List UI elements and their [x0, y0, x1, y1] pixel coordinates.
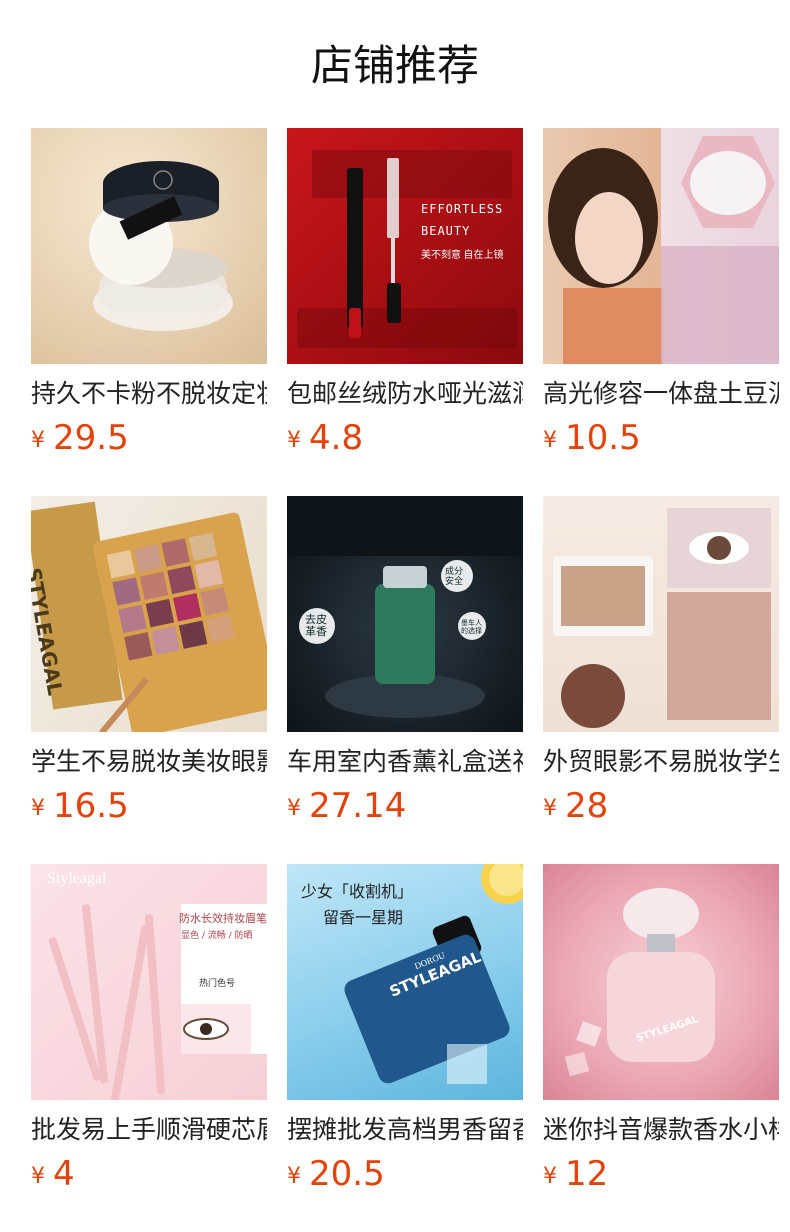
currency-symbol: ¥ [543, 428, 557, 453]
currency-symbol: ¥ [287, 1164, 301, 1189]
currency-symbol: ¥ [543, 796, 557, 821]
product-price: ¥12 [543, 1152, 779, 1202]
product-card[interactable]: 高光修容一体盘土豆泥高光 ¥10.5 [543, 128, 779, 496]
overlay-title: 防水长效持妆眉笔 [179, 912, 267, 925]
car-perfume-image[interactable]: 去皮革香 成分安全 墨车人的选择 [287, 496, 523, 732]
overlay-text: EFFORTLESS [421, 202, 504, 216]
currency-symbol: ¥ [31, 428, 45, 453]
price-amount: 29.5 [53, 418, 129, 458]
overlay-text: BEAUTY [421, 224, 471, 238]
product-name[interactable]: 学生不易脱妆美妆眼影盘 [31, 744, 267, 780]
product-name[interactable]: 持久不卡粉不脱妆定妆散粉 [31, 376, 267, 412]
product-card[interactable]: Styleagal 防水长效持妆眉笔 显色 / 流畅 / 防晒 热门色号 批发易… [31, 864, 267, 1232]
product-name[interactable]: 高光修容一体盘土豆泥高光 [543, 376, 779, 412]
product-card[interactable]: STYLEAGAL 学生不易脱妆美妆眼影盘 ¥16.5 [31, 496, 267, 864]
overlay-badge: 墨车人的选择 [461, 619, 482, 635]
overlay-tag: 热门色号 [199, 979, 236, 989]
eyeshadow-swatch-image[interactable] [543, 496, 779, 732]
product-price: ¥16.5 [31, 784, 267, 834]
product-name[interactable]: 车用室内香薰礼盒送礼 [287, 744, 523, 780]
price-amount: 12 [565, 1154, 609, 1194]
product-card[interactable]: 持久不卡粉不脱妆定妆散粉 ¥29.5 [31, 128, 267, 496]
currency-symbol: ¥ [31, 796, 45, 821]
product-card[interactable]: EFFORTLESS BEAUTY 美不刻意 自在上镜 包邮丝绒防水哑光滋润口红… [287, 128, 523, 496]
currency-symbol: ¥ [287, 428, 301, 453]
womens-perfume-image[interactable]: STYLEAGAL [543, 864, 779, 1100]
product-price: ¥20.5 [287, 1152, 523, 1202]
loose-powder-image[interactable] [31, 128, 267, 364]
currency-symbol: ¥ [31, 1164, 45, 1189]
price-amount: 4.8 [309, 418, 364, 458]
overlay-line: 少女「收割机」 [301, 882, 414, 901]
eyebrow-pencil-image[interactable]: Styleagal 防水长效持妆眉笔 显色 / 流畅 / 防晒 热门色号 [31, 864, 267, 1100]
product-card[interactable]: 外贸眼影不易脱妆学生党 ¥28 [543, 496, 779, 864]
price-amount: 28 [565, 786, 609, 826]
price-amount: 16.5 [53, 786, 129, 826]
product-price: ¥4 [31, 1152, 267, 1202]
price-amount: 10.5 [565, 418, 641, 458]
eyeshadow-palette-image[interactable]: STYLEAGAL [31, 496, 267, 732]
overlay-line: 留香一星期 [323, 908, 404, 927]
product-price: ¥28 [543, 784, 779, 834]
product-name[interactable]: 外贸眼影不易脱妆学生党 [543, 744, 779, 780]
overlay-brand: Styleagal [47, 870, 107, 887]
highlighter-image[interactable] [543, 128, 779, 364]
mens-perfume-image[interactable]: 少女「收割机」 留香一星期 STYLEAGAL DOROU [287, 864, 523, 1100]
overlay-badge: 成分安全 [445, 566, 464, 586]
product-price: ¥4.8 [287, 416, 523, 466]
product-price: ¥29.5 [31, 416, 267, 466]
product-card[interactable]: 去皮革香 成分安全 墨车人的选择 车用室内香薰礼盒送礼 ¥27.14 [287, 496, 523, 864]
lipstick-image[interactable]: EFFORTLESS BEAUTY 美不刻意 自在上镜 [287, 128, 523, 364]
product-price: ¥10.5 [543, 416, 779, 466]
product-name[interactable]: 摆摊批发高档男香留香持久 [287, 1112, 523, 1148]
product-card[interactable]: STYLEAGAL 迷你抖音爆款香水小样 ¥12 [543, 864, 779, 1232]
product-name[interactable]: 包邮丝绒防水哑光滋润口红 [287, 376, 523, 412]
product-grid: 持久不卡粉不脱妆定妆散粉 ¥29.5 EFFORTLESS BEAUTY 美不刻… [31, 128, 779, 1232]
overlay-text: 美不刻意 自在上镜 [421, 250, 504, 261]
currency-symbol: ¥ [287, 796, 301, 821]
product-name[interactable]: 批发易上手顺滑硬芯眉笔 [31, 1112, 267, 1148]
price-amount: 20.5 [309, 1154, 385, 1194]
product-price: ¥27.14 [287, 784, 523, 834]
page-title: 店铺推荐 [310, 41, 479, 90]
overlay-sub: 显色 / 流畅 / 防晒 [181, 931, 253, 941]
currency-symbol: ¥ [543, 1164, 557, 1189]
price-amount: 27.14 [309, 786, 407, 826]
product-name[interactable]: 迷你抖音爆款香水小样 [543, 1112, 779, 1148]
price-amount: 4 [53, 1154, 75, 1194]
overlay-badge: 去皮革香 [305, 614, 327, 638]
product-card[interactable]: 少女「收割机」 留香一星期 STYLEAGAL DOROU 摆摊批发高档男香留香… [287, 864, 523, 1232]
